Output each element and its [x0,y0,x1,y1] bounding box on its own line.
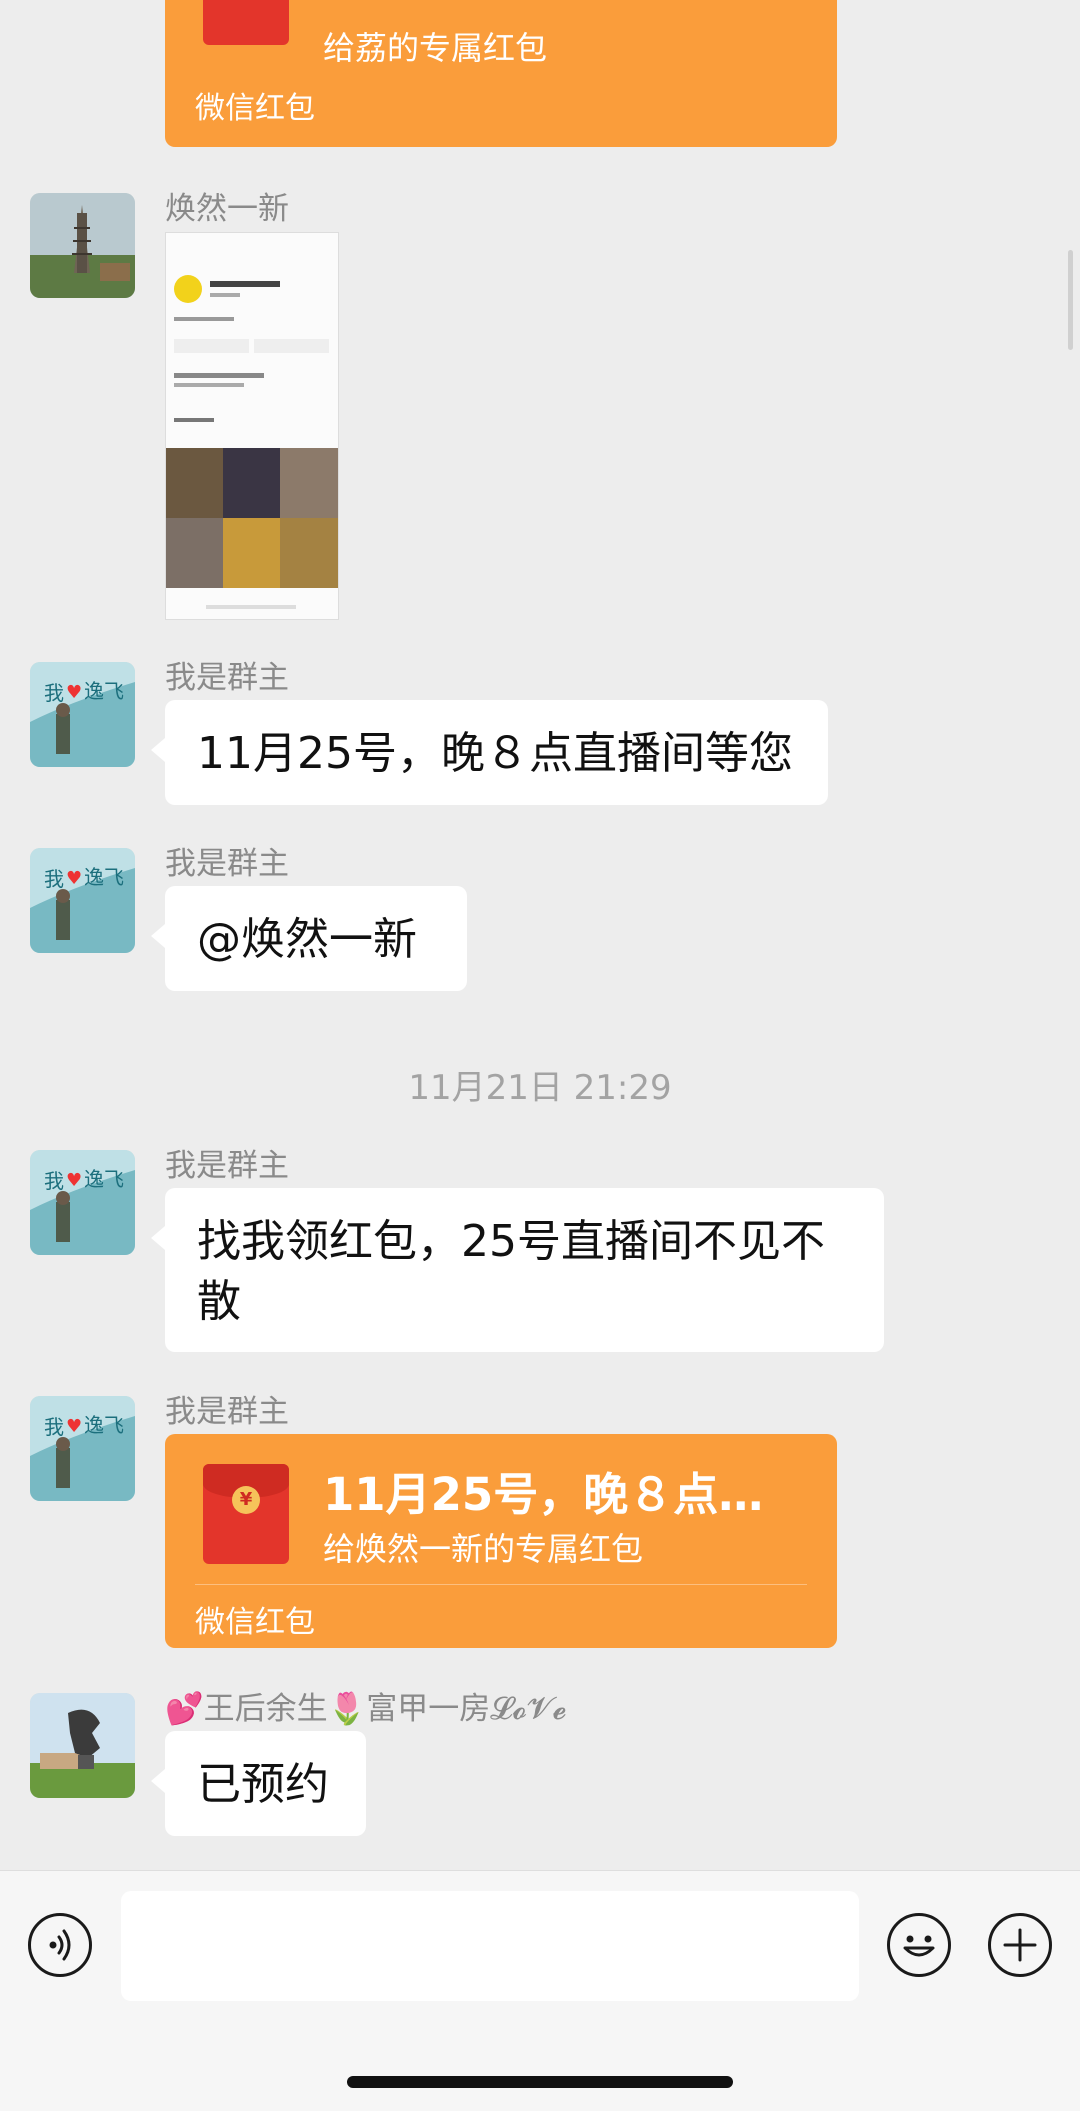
plus-icon [1003,1928,1037,1962]
scrollbar[interactable] [1068,250,1073,350]
text-message[interactable]: 已预约 [151,1731,366,1836]
text-message[interactable]: 找我领红包，25号直播间不见不散 [151,1188,884,1352]
plus-button[interactable] [988,1913,1052,1977]
svg-text:我: 我 [44,681,64,705]
svg-text:逸飞: 逸飞 [84,1167,124,1191]
svg-text:逸飞: 逸飞 [84,865,124,889]
svg-text:♥: ♥ [66,1170,82,1191]
red-packet-subtitle: 给荔的专属红包 [323,29,548,67]
avatar[interactable]: 我 ♥ 逸飞 [30,848,135,953]
svg-text:我: 我 [44,1169,64,1193]
red-envelope-icon [203,0,289,45]
emoji-button[interactable] [887,1913,951,1977]
text-message[interactable]: 11月25号，晚８点直播间等您 [151,700,828,805]
avatar[interactable]: 我 ♥ 逸飞 [30,662,135,767]
sender-name: 我是群主 [165,846,289,882]
voice-button[interactable] [28,1913,92,1977]
svg-text:逸飞: 逸飞 [84,679,124,703]
divider [195,1584,807,1585]
image-message[interactable] [165,232,339,620]
sender-name: 我是群主 [165,1148,289,1184]
avatar[interactable] [30,1693,135,1798]
svg-text:我: 我 [44,1415,64,1439]
sender-name: 焕然一新 [165,191,289,227]
red-packet-message[interactable]: ¥ 11月25号，晚８点直… 给焕然一新的专属红包 微信红包 [165,1434,837,1648]
chat-area[interactable]: 给荔的专属红包 微信红包 焕然一新 我 ♥ 逸飞 我是群主 11月25号，晚８点… [0,0,1080,1870]
message-input[interactable] [121,1891,859,2001]
avatar[interactable] [30,193,135,298]
svg-text:♥: ♥ [66,868,82,889]
sender-name: 我是群主 [165,1394,289,1430]
svg-text:♥: ♥ [66,1416,82,1437]
sender-name: 💕王后余生🌷富甲一房𝓛𝓸𝓥𝓮 [165,1691,567,1727]
text-message[interactable]: @焕然一新 [151,886,467,991]
voice-icon [49,1929,71,1961]
red-packet-message[interactable]: 给荔的专属红包 微信红包 [165,0,837,147]
svg-text:♥: ♥ [66,682,82,703]
svg-text:我: 我 [44,867,64,891]
red-packet-subtitle: 给焕然一新的专属红包 [323,1530,644,1568]
red-packet-footer: 微信红包 [195,91,315,126]
red-packet-title: 11月25号，晚８点直… [323,1468,807,1521]
avatar[interactable]: 我 ♥ 逸飞 [30,1150,135,1255]
home-indicator[interactable] [347,2076,733,2088]
svg-text:逸飞: 逸飞 [84,1413,124,1437]
avatar[interactable]: 我 ♥ 逸飞 [30,1396,135,1501]
red-envelope-icon: ¥ [203,1464,289,1564]
emoji-icon [903,1935,935,1957]
red-packet-footer: 微信红包 [195,1605,315,1640]
timestamp: 11月21日 21:29 [408,1068,672,1108]
sender-name: 我是群主 [165,660,289,696]
